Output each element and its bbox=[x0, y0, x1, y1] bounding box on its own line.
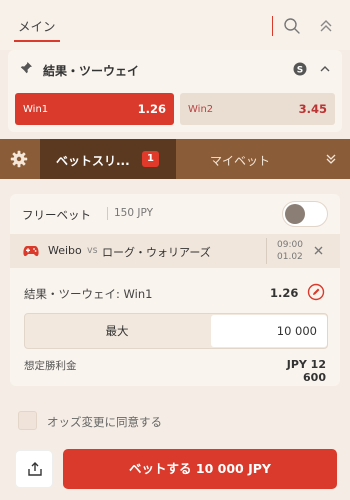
selection-label: 結果・ツーウェイ: Win1 bbox=[24, 287, 153, 301]
place-bet-button[interactable]: ベットする 10 000 JPY bbox=[63, 449, 337, 489]
tab-active-underline bbox=[14, 40, 60, 42]
toggle-knob bbox=[285, 204, 305, 224]
tab-main[interactable]: メイン bbox=[14, 16, 60, 42]
tab-my-bets[interactable]: マイベット bbox=[210, 152, 270, 169]
tab-betslip[interactable]: ベットスリ... 1 bbox=[40, 139, 176, 179]
event-time-value: 09:00 bbox=[277, 240, 303, 250]
betslip-header: ベットスリ... 1 マイベット bbox=[0, 139, 350, 179]
freebet-toggle[interactable] bbox=[282, 201, 328, 227]
share-button[interactable] bbox=[15, 450, 53, 488]
share-icon bbox=[28, 462, 42, 476]
odds-label: Win1 bbox=[23, 104, 49, 115]
stake-row: 最大 10 000 bbox=[24, 313, 328, 349]
gear-icon[interactable] bbox=[10, 150, 28, 168]
pin-icon[interactable] bbox=[19, 61, 33, 75]
odds-value: 3.45 bbox=[298, 102, 327, 116]
vs-label: vs bbox=[87, 245, 98, 256]
freebet-label: フリーベット bbox=[22, 208, 91, 222]
odds-label: Win2 bbox=[188, 104, 214, 115]
potential-win-value: JPY 12 600 bbox=[286, 358, 326, 384]
market-title: 結果・ツーウェイ bbox=[43, 64, 140, 78]
gamepad-icon bbox=[23, 246, 39, 257]
max-stake-button[interactable]: 最大 bbox=[25, 314, 209, 348]
freebet-amount: 150 JPY bbox=[114, 207, 153, 219]
divider bbox=[272, 16, 273, 36]
chevron-up-icon[interactable] bbox=[319, 63, 331, 75]
close-icon[interactable] bbox=[313, 245, 324, 256]
accept-odds-label: オッズ変更に同意する bbox=[47, 415, 162, 429]
accept-odds-checkbox[interactable] bbox=[18, 411, 37, 430]
search-icon[interactable] bbox=[283, 17, 301, 35]
stake-input[interactable]: 10 000 bbox=[211, 315, 327, 347]
event-time: 09:00 01.02 bbox=[277, 239, 303, 263]
selection-odds: 1.26 bbox=[270, 286, 299, 300]
divider bbox=[266, 238, 267, 264]
svg-text:S: S bbox=[297, 66, 303, 76]
team2-name: ローグ・ウォリアーズ bbox=[102, 246, 211, 259]
team1-name: Weibo bbox=[48, 244, 82, 257]
market-card: 結果・ツーウェイ S Win1 1.26 Win2 3.45 bbox=[8, 50, 342, 132]
event-date-value: 01.02 bbox=[277, 252, 303, 262]
edit-odds-icon[interactable] bbox=[307, 283, 325, 301]
tab-betslip-label: ベットスリ... bbox=[56, 154, 130, 168]
odds-button-win2[interactable]: Win2 3.45 bbox=[180, 93, 335, 125]
divider bbox=[107, 207, 108, 220]
odds-value: 1.26 bbox=[137, 102, 166, 116]
potential-win-label: 想定勝利金 bbox=[24, 360, 77, 372]
tab-main-label: メイン bbox=[18, 19, 56, 34]
double-chevron-up-icon[interactable] bbox=[318, 18, 334, 34]
event-row: Weibo vs ローグ・ウォリアーズ 09:00 01.02 bbox=[10, 234, 340, 268]
odds-button-win1[interactable]: Win1 1.26 bbox=[15, 93, 174, 125]
double-chevron-down-icon[interactable] bbox=[325, 153, 337, 165]
info-icon[interactable]: S bbox=[293, 62, 307, 76]
betslip-card: フリーベット 150 JPY Weibo vs ローグ・ウォリアーズ 09:00… bbox=[10, 194, 340, 386]
top-bar: メイン bbox=[0, 0, 350, 50]
betslip-count-badge: 1 bbox=[142, 151, 159, 167]
